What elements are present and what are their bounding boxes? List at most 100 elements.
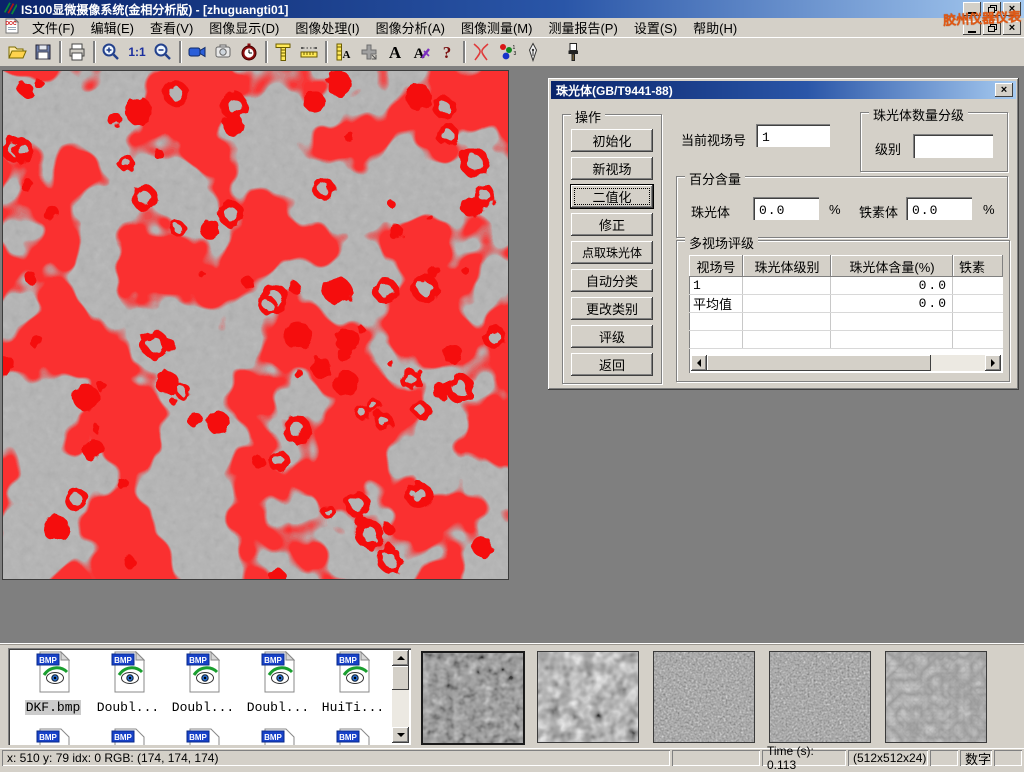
file-list-scrollbar[interactable] [392,650,409,743]
actual-size-button[interactable]: 1:1 [124,40,150,64]
file-item[interactable]: BMP Doubl... [241,651,315,716]
file-item[interactable]: BMP Doubl... [91,651,165,716]
svg-text:BMP: BMP [264,656,282,665]
new-field-button[interactable]: 新视场 [571,157,653,180]
file-list[interactable]: BMP DKF.bmp BMP Doubl... [8,648,411,745]
svg-text:BMP: BMP [189,733,207,742]
scroll-down-button[interactable] [392,727,409,743]
correct-button[interactable]: 修正 [571,213,653,236]
text-button[interactable]: A [382,40,408,64]
scroll-thumb[interactable] [392,666,409,690]
zoom-in-button[interactable] [98,40,124,64]
thumbnail-5[interactable] [885,651,987,743]
ruler-icon [299,42,319,62]
file-item[interactable]: BMP DKF.bmp [16,651,90,716]
dialog-title-bar[interactable]: 珠光体(GB/T9441-88) × [551,81,1016,99]
bmp-file-icon: BMP [261,651,295,693]
file-name[interactable]: Doubl... [171,700,235,715]
scroll-right-button[interactable] [985,355,1001,371]
thumbnail-3[interactable] [653,651,755,743]
print-button[interactable] [64,40,90,64]
zoom-out-icon [153,42,173,62]
curve-icon [471,42,491,62]
status-time: Time (s): 0.113 [762,750,846,766]
svg-text:BMP: BMP [339,733,357,742]
col-pearlite-grade[interactable]: 珠光体级别 [743,255,831,277]
menu-settings[interactable]: 设置(S) [626,17,685,38]
document-icon: DOC [4,18,20,37]
classify-button[interactable]: 1 3 [494,40,520,64]
table-row[interactable]: 平均值 0.0 [689,295,1003,313]
curve-tool-button[interactable] [468,40,494,64]
zoom-out-button[interactable] [150,40,176,64]
scroll-up-button[interactable] [392,650,409,666]
file-name[interactable]: HuiTi... [321,700,385,715]
annotate-button[interactable]: A [408,40,434,64]
scroll-left-button[interactable] [691,355,707,371]
menu-image-processing[interactable]: 图像处理(I) [287,17,367,38]
menu-file[interactable]: 文件(F) [24,17,83,38]
menu-view[interactable]: 查看(V) [142,17,201,38]
svg-text:BMP: BMP [189,656,207,665]
file-name[interactable]: DKF.bmp [25,700,82,715]
pearlite-percent-input[interactable] [753,197,819,220]
move-button[interactable] [356,40,382,64]
file-name[interactable]: Doubl... [96,700,160,715]
table-row[interactable]: 1 0.0 [689,277,1003,295]
dialog-close-button[interactable]: × [995,83,1013,97]
video-capture-button[interactable] [184,40,210,64]
table-h-scrollbar[interactable] [691,355,1001,371]
scroll-thumb[interactable] [707,355,931,371]
grade-group: 珠光体数量分级 级别 [860,112,1008,172]
pick-pearlite-button[interactable]: 点取珠光体 [571,241,653,264]
file-name[interactable]: Doubl... [246,700,310,715]
menu-help[interactable]: 帮助(H) [685,17,745,38]
svg-text:?: ? [443,43,452,62]
save-button[interactable] [30,40,56,64]
thumbnail-4[interactable] [769,651,871,743]
menu-image-analysis[interactable]: 图像分析(A) [368,17,453,38]
timer-button[interactable] [236,40,262,64]
col-pearlite-content[interactable]: 珠光体含量(%) [831,255,953,277]
thumbnail-1[interactable] [421,651,525,745]
cell-field-no: 平均值 [689,295,743,312]
cell-ferrite [953,277,1001,294]
toolbar-separator [179,41,181,63]
grade-input[interactable] [913,134,993,158]
binarize-button[interactable]: 二值化 [571,185,653,208]
menu-measure-report[interactable]: 测量报告(P) [540,17,625,38]
print-icon [67,42,87,62]
svg-text:A: A [343,49,351,61]
pen-button[interactable] [520,40,546,64]
auto-classify-button[interactable]: 自动分类 [571,269,653,292]
open-button[interactable] [4,40,30,64]
ferrite-percent-input[interactable] [906,197,972,220]
return-button[interactable]: 返回 [571,353,653,376]
rate-button[interactable]: 评级 [571,325,653,348]
file-item[interactable]: BMP [166,728,240,745]
menu-edit[interactable]: 编辑(E) [83,17,142,38]
caliper-button[interactable] [270,40,296,64]
brush-button[interactable] [560,40,586,64]
col-field-no[interactable]: 视场号 [689,255,743,277]
file-item[interactable]: BMP [16,728,90,745]
change-class-button[interactable]: 更改类别 [571,297,653,320]
file-item[interactable]: BMP [91,728,165,745]
help-button[interactable]: ? [434,40,460,64]
init-button[interactable]: 初始化 [571,129,653,152]
file-item[interactable]: BMP [241,728,315,745]
thumbnail-2[interactable] [537,651,639,743]
col-ferrite[interactable]: 铁素 [953,255,1003,277]
camera-capture-button[interactable] [210,40,236,64]
file-item[interactable]: BMP [316,728,390,745]
measure-text-button[interactable]: A [330,40,356,64]
status-empty [994,750,1022,766]
rating-table[interactable]: 视场号 珠光体级别 珠光体含量(%) 铁素 1 0.0 平均值 0.0 [689,255,1003,373]
file-item[interactable]: BMP Doubl... [166,651,240,716]
ruler-button[interactable] [296,40,322,64]
file-item[interactable]: BMP HuiTi... [316,651,390,716]
current-field-input[interactable] [756,124,830,147]
menu-image-display[interactable]: 图像显示(D) [201,17,287,38]
menu-image-measure[interactable]: 图像测量(M) [453,17,541,38]
metallographic-image[interactable] [2,70,509,580]
